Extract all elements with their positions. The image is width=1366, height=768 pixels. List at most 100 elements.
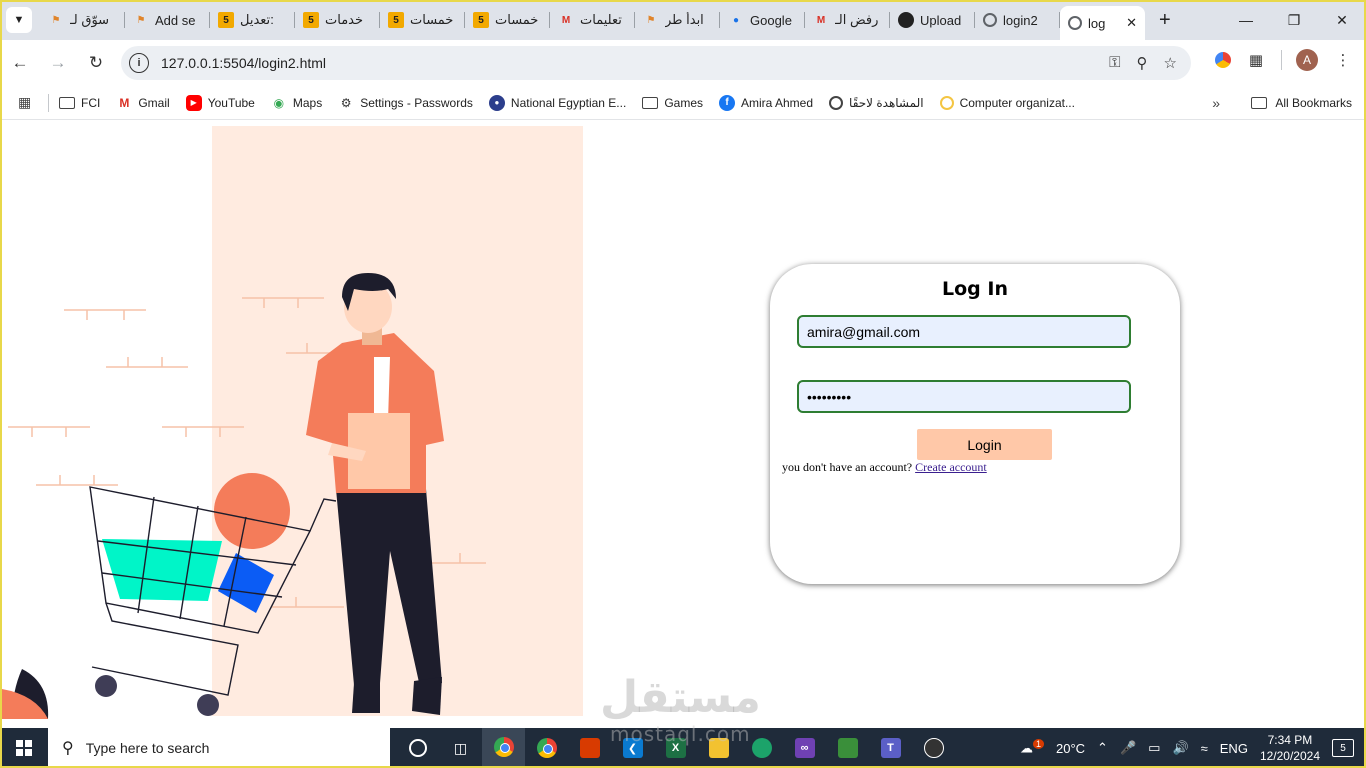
create-account-link[interactable]: Create account <box>915 460 987 474</box>
gmail-icon: M <box>119 95 130 110</box>
tab[interactable]: ⚑ سوّق لـ <box>40 0 125 40</box>
bookmark-star-icon[interactable]: ☆ <box>1164 54 1177 72</box>
tab[interactable]: 5 خمسات <box>380 0 465 40</box>
gmail-icon: M <box>816 14 826 26</box>
figure-icon: ⚑ <box>51 14 61 26</box>
obs-icon[interactable] <box>912 728 955 768</box>
url-text[interactable]: 127.0.0.1:5504/login2.html <box>161 55 1109 71</box>
tab-search-button[interactable]: ▼ <box>6 7 32 33</box>
apps-grid-icon[interactable]: ▦ <box>18 94 38 111</box>
zoom-icon[interactable]: ⚲ <box>1137 54 1148 72</box>
bookmark-facebook[interactable]: f Amira Ahmed <box>719 94 813 111</box>
bookmark-label: المشاهدة لاحقًا <box>849 95 924 110</box>
start-button[interactable] <box>0 728 48 768</box>
reload-button[interactable]: ↻ <box>78 45 114 81</box>
tab-label: Google <box>750 12 792 28</box>
back-button[interactable]: ← <box>2 45 38 81</box>
snip-tool-icon[interactable] <box>826 728 869 768</box>
github-icon <box>898 12 914 28</box>
bookmarks-divider <box>48 93 49 112</box>
tab-label: تعليمات <box>580 12 622 27</box>
tab[interactable]: M تعليمات <box>550 0 635 40</box>
clock[interactable]: 7:34 PM 12/20/2024 <box>1260 732 1320 764</box>
menu-dots-icon[interactable]: ⋮ <box>1332 49 1354 71</box>
microphone-icon[interactable]: 🎤 <box>1120 740 1136 756</box>
all-bookmarks[interactable]: All Bookmarks <box>1251 96 1352 110</box>
youtube-icon: ▶ <box>185 94 202 111</box>
tab[interactable]: ● Google <box>720 0 805 40</box>
cortana-icon[interactable] <box>396 728 439 768</box>
battery-icon[interactable]: ▭ <box>1148 740 1160 756</box>
khamsat-icon: 5 <box>218 12 234 28</box>
chrome-profile-icon[interactable] <box>525 728 568 768</box>
globe-icon <box>983 13 997 27</box>
language-indicator[interactable]: ENG <box>1220 741 1248 756</box>
minimize-icon[interactable]: — <box>1222 0 1270 40</box>
tab-label: خمسات <box>495 12 539 27</box>
bookmark-maps[interactable]: ◉ Maps <box>271 95 323 111</box>
bookmark-fci[interactable]: FCI <box>59 96 100 110</box>
toolbar-divider <box>1281 50 1282 70</box>
puzzle-icon[interactable]: ▦ <box>1245 49 1267 71</box>
tab[interactable]: ⚑ ابدأ طر <box>635 0 720 40</box>
bookmark-computer-organization[interactable]: Computer organizat... <box>939 95 1075 110</box>
close-icon[interactable]: ✕ <box>1126 15 1137 31</box>
chevron-up-icon[interactable]: ⌃ <box>1097 740 1108 756</box>
gmail-icon: M <box>561 14 571 26</box>
figure-icon: ⚑ <box>646 14 656 26</box>
bookmark-label: Settings - Passwords <box>360 95 473 110</box>
browser-toolbar: ← → ↻ i 127.0.0.1:5504/login2.html ⚿ ⚲ ☆… <box>0 40 1366 86</box>
address-bar[interactable]: i 127.0.0.1:5504/login2.html ⚿ ⚲ ☆ <box>121 46 1191 80</box>
clock-date: 12/20/2024 <box>1259 749 1320 763</box>
bookmarks-bar: ▦ FCI M Gmail ▶ YouTube ◉ Maps ⚙ Settings - … <box>0 86 1366 120</box>
info-icon[interactable]: i <box>129 53 149 73</box>
teams-icon[interactable]: T <box>869 728 912 768</box>
bookmark-label: YouTube <box>207 95 255 110</box>
taskbar-search[interactable]: ⚲ Type here to search <box>48 728 390 768</box>
tab[interactable]: ⚑ Add se <box>125 0 210 40</box>
extension-icon[interactable] <box>1215 52 1231 68</box>
tab[interactable]: 5 خمسات <box>465 0 550 40</box>
tab[interactable]: login2 <box>975 0 1060 40</box>
tab[interactable]: 5 خدمات <box>295 0 380 40</box>
bookmark-watch-later[interactable]: المشاهدة لاحقًا <box>829 95 924 110</box>
shoe <box>412 677 442 715</box>
task-view-icon[interactable]: ◫ <box>439 728 482 768</box>
volume-icon[interactable]: 🔊 <box>1172 740 1188 756</box>
bookmark-youtube[interactable]: ▶ YouTube <box>185 94 255 111</box>
tab[interactable]: M رفض الـ <box>805 0 890 40</box>
visual-studio-icon[interactable]: ∞ <box>783 728 826 768</box>
folder-icon <box>59 96 75 109</box>
password-key-icon[interactable]: ⚿ <box>1109 54 1120 72</box>
tab-active[interactable]: log ✕ <box>1060 6 1145 40</box>
bookmark-national[interactable]: ● National Egyptian E... <box>488 94 626 111</box>
tab-label: Upload <box>920 12 962 28</box>
wifi-icon[interactable]: ≈ <box>1201 741 1208 756</box>
tab[interactable]: 5 تعديل: <box>210 0 295 40</box>
restore-icon[interactable]: ❐ <box>1270 0 1318 40</box>
close-window-icon[interactable]: ✕ <box>1318 0 1366 40</box>
login-button[interactable]: Login <box>917 429 1052 460</box>
chevron-right-icon[interactable]: » <box>1212 95 1220 111</box>
bookmark-settings-passwords[interactable]: ⚙ Settings - Passwords <box>338 95 473 111</box>
cart-wheel <box>95 675 117 697</box>
tab[interactable]: Upload <box>890 0 975 40</box>
figure-icon: ⚑ <box>136 14 146 26</box>
chrome-icon[interactable] <box>482 728 525 768</box>
bookmark-games[interactable]: Games <box>642 96 703 110</box>
office-icon[interactable] <box>568 728 611 768</box>
email-field[interactable] <box>797 315 1131 348</box>
forward-button[interactable]: → <box>40 45 76 81</box>
tab-label: login2 <box>1003 12 1038 28</box>
undershirt <box>374 357 390 421</box>
notifications-icon[interactable]: 5 <box>1332 739 1354 757</box>
bookmark-label: Gmail <box>138 95 170 110</box>
bookmark-gmail[interactable]: M Gmail <box>116 95 169 111</box>
weather-icon[interactable]: ☁ 1 <box>1020 739 1044 756</box>
weather-temp[interactable]: 20°C <box>1056 741 1085 756</box>
new-tab-button[interactable]: + <box>1159 9 1171 32</box>
password-field[interactable] <box>797 380 1131 413</box>
folder-icon <box>642 96 659 109</box>
shopping-illustration <box>2 126 583 719</box>
profile-avatar[interactable]: A <box>1296 49 1318 71</box>
